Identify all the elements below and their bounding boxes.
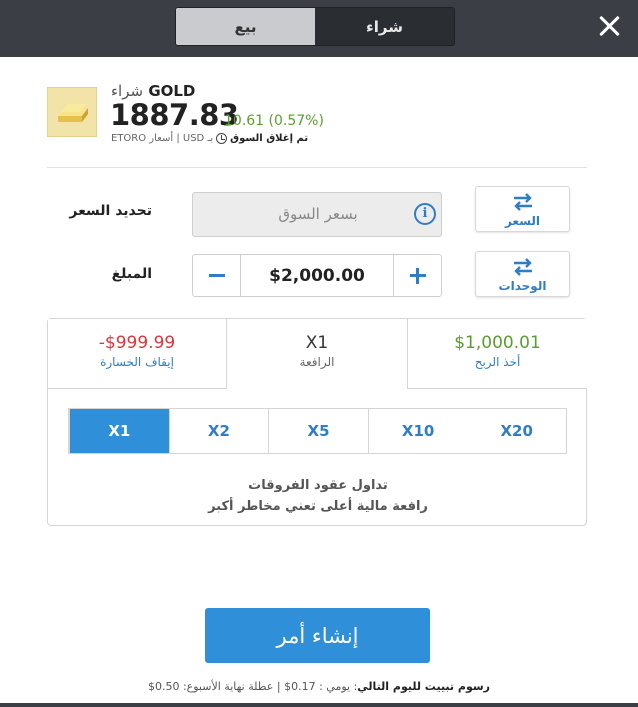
gold-bar-icon: [47, 87, 97, 137]
leverage-x2[interactable]: X2: [168, 409, 269, 453]
top-bar: شراء بيع: [0, 0, 638, 57]
instrument-price: 1887.83: [110, 98, 239, 132]
amount-input[interactable]: [242, 255, 392, 296]
cfd-note: تداول عقود الفروقات رافعة مالية أعلى تعن…: [48, 475, 588, 517]
swap-arrows-icon: [514, 258, 532, 276]
close-icon[interactable]: [594, 11, 624, 41]
minus-icon[interactable]: [193, 255, 241, 296]
fees-weekend: عطلة نهاية الأسبوع: 0.50$: [147, 680, 274, 693]
fees-separator: |: [273, 680, 285, 693]
trade-options-panel: $1,000.01 أخذ الربح X1 الرافعة -$999.99 …: [47, 318, 587, 526]
leverage-label: الرافعة: [299, 355, 335, 369]
tab-buy[interactable]: شراء: [315, 8, 454, 45]
leverage-value: X1: [305, 333, 329, 353]
buy-sell-toggle: شراء بيع: [175, 7, 455, 46]
price-mode-label: السعر: [504, 214, 541, 228]
cfd-note-line2: رافعة مالية أعلى تعني مخاطر أكبر: [208, 499, 428, 514]
leverage-options: X20 X10 X5 X2 X1: [68, 408, 567, 454]
divider: [47, 167, 587, 168]
take-profit-value: $1,000.01: [454, 333, 541, 353]
price-field[interactable]: بسعر السوق i: [192, 192, 442, 237]
market-meta: ETORO أسعار | USD بـ تم إغلاق السوق: [111, 133, 308, 144]
fees-title: رسوم تبييت لليوم التالي: [357, 680, 490, 693]
units-mode-label: الوحدات: [498, 279, 547, 293]
amount-stepper: [192, 254, 442, 297]
cfd-note-line1: تداول عقود الفروقات: [248, 478, 388, 493]
instrument-header: شراء GOLD 1887.83 10.61 (0.57%) ETORO أس…: [47, 80, 587, 150]
tab-sell[interactable]: بيع: [176, 8, 315, 45]
leverage-x20[interactable]: X20: [467, 409, 566, 453]
leverage-x5[interactable]: X5: [268, 409, 368, 453]
price-field-value: بسعر السوق: [278, 205, 358, 223]
price-source: ETORO أسعار | USD بـ: [111, 133, 214, 144]
clock-icon: [216, 133, 228, 144]
price-setting-label: تحديد السعر: [69, 203, 152, 219]
price-mode-button[interactable]: السعر: [475, 186, 570, 232]
tab-leverage[interactable]: X1 الرافعة: [227, 319, 407, 389]
price-change: 10.61 (0.57%): [224, 113, 324, 129]
units-mode-button[interactable]: الوحدات: [475, 251, 570, 297]
leverage-x10[interactable]: X10: [367, 409, 468, 453]
bottom-strip: [0, 703, 638, 707]
take-profit-label: أخذ الربح: [474, 355, 521, 369]
tab-take-profit[interactable]: $1,000.01 أخذ الربح: [407, 319, 587, 389]
swap-arrows-icon: [514, 193, 532, 211]
leverage-x1[interactable]: X1: [69, 409, 169, 453]
create-order-button[interactable]: إنشاء أمر: [205, 608, 430, 663]
amount-label: المبلغ: [111, 266, 152, 282]
tab-stop-loss[interactable]: -$999.99 إيقاف الخسارة: [48, 319, 227, 389]
plus-icon[interactable]: [393, 255, 441, 296]
market-status: تم إغلاق السوق: [230, 133, 309, 144]
stop-loss-value: -$999.99: [98, 333, 176, 353]
overnight-fees: رسوم تبييت لليوم التالي: يومي : 0.17$ | …: [0, 680, 638, 693]
info-icon[interactable]: i: [414, 203, 436, 225]
fees-daily: يومي : 0.17$: [284, 680, 351, 693]
stop-loss-label: إيقاف الخسارة: [100, 355, 174, 369]
